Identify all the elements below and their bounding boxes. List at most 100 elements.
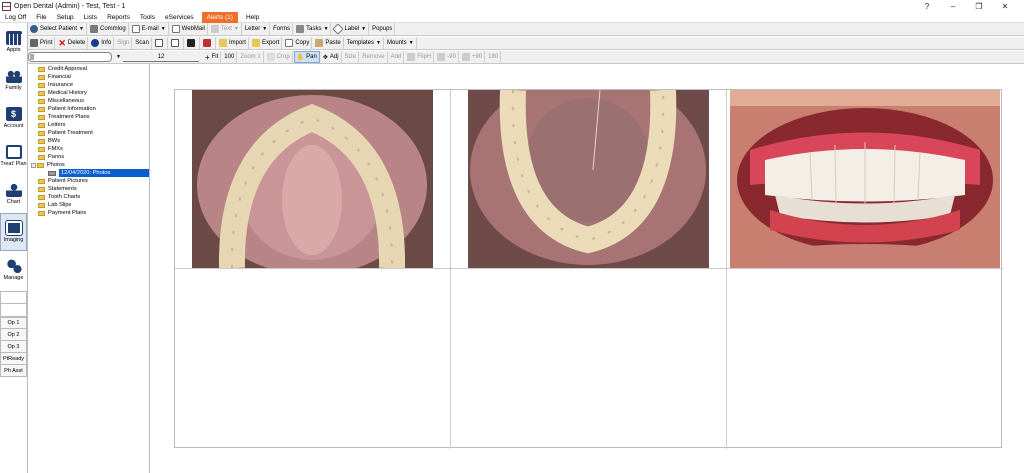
tree-document-selected[interactable]: 12/04/2020: Photos [28,169,149,177]
module-family[interactable]: Family [0,61,27,99]
tree-folder[interactable]: Panos [28,153,149,161]
select-patient-button[interactable]: Select Patient ▼ [28,23,87,35]
text-button[interactable]: Text ▼ [209,23,242,35]
op-3[interactable]: Op 3 [0,341,27,353]
templates-button[interactable]: Templates ▼ [345,37,384,49]
chevron-down-icon[interactable]: ▼ [323,26,328,32]
tree-folder[interactable]: Insurance [28,81,149,89]
zoom-1-button[interactable]: Zoom 1 [238,51,264,63]
tree-folder[interactable]: Miscellaneous [28,97,149,105]
add-button[interactable]: Add [389,51,405,63]
module-manage[interactable]: Manage [0,251,27,289]
zoom-input[interactable]: 12 [122,52,199,62]
menu-alerts[interactable]: Alerts (1) [201,11,238,23]
info-button[interactable]: Info [89,37,115,49]
upper-occlusal-photo[interactable] [192,90,433,268]
tree-folder-photos[interactable]: − Photos [28,161,149,169]
mount-slot-6[interactable] [727,269,1003,449]
minimize-button[interactable]: – [940,2,966,11]
tree-folder[interactable]: Treatment Plans [28,113,149,121]
mount-slot-4[interactable] [175,269,451,449]
size-button[interactable]: Size [343,51,360,63]
chevron-down-icon[interactable]: ▼ [409,40,414,46]
tree-folder[interactable]: BWs [28,137,149,145]
tree-folder[interactable]: Credit Approval [28,65,149,73]
pt-ready[interactable]: PtReady [0,353,27,365]
tree-folder[interactable]: Statements [28,185,149,193]
close-button[interactable]: ✕ [992,2,1018,11]
adj-button[interactable]: ✥ Adj [321,51,342,63]
rotate-plus-90-button[interactable]: +90 [460,51,486,63]
chevron-down-icon[interactable]: ▼ [376,40,381,46]
module-appts[interactable]: Appts [0,23,27,61]
menu-eservices[interactable]: eServices [160,12,199,23]
zoom-slider[interactable] [28,52,112,62]
image-canvas[interactable] [150,64,1024,473]
import-button[interactable]: Import [217,37,249,49]
menu-setup[interactable]: Setup [52,12,79,23]
module-imaging[interactable]: Imaging [0,213,27,251]
menu-tools[interactable]: Tools [135,12,160,23]
zoom-100-button[interactable]: 100 [222,51,238,63]
tree-folder[interactable]: Medical History [28,89,149,97]
popups-button[interactable]: Popups [370,23,396,35]
zoom-dropdown-icon[interactable]: ▼ [116,54,121,60]
lower-occlusal-photo[interactable] [468,90,709,268]
chevron-down-icon[interactable]: ▼ [79,26,84,32]
chevron-down-icon[interactable]: ▼ [161,26,166,32]
pan-button[interactable]: ✋ Pan [293,51,320,63]
scan-photo-button[interactable] [201,37,216,49]
menu-lists[interactable]: Lists [79,12,102,23]
rotate-minus-90-button[interactable]: -90 [435,51,459,63]
webmail-button[interactable]: WebMail [170,23,208,35]
menu-help[interactable]: Help [241,12,264,23]
export-button[interactable]: Export [250,37,283,49]
chevron-down-icon[interactable]: ▼ [234,26,239,32]
ph-asst[interactable]: Ph Asst [0,365,27,377]
mounts-button[interactable]: Mounts ▼ [385,37,417,49]
module-chart[interactable]: Chart [0,175,27,213]
scan-xray-button[interactable] [185,37,200,49]
scan-document-button[interactable] [153,37,168,49]
op-2[interactable]: Op 2 [0,329,27,341]
photo-mount[interactable] [174,89,1003,449]
tree-folder[interactable]: Patient Information [28,105,149,113]
tasks-button[interactable]: Tasks ▼ [294,23,332,35]
tree-folder[interactable]: Financial [28,73,149,81]
flip-h-button[interactable]: FlipH [405,51,435,63]
menu-log-off[interactable]: Log Off [0,12,31,23]
label-button[interactable]: Label ▼ [332,23,370,35]
tree-folder[interactable]: Payment Plans [28,209,149,217]
chevron-down-icon[interactable]: ▼ [361,26,366,32]
print-button[interactable]: Print [28,37,56,49]
tree-folder[interactable]: Patient Treatment [28,129,149,137]
paste-button[interactable]: Paste [313,37,344,49]
slider-thumb[interactable] [30,54,34,60]
tree-folder[interactable]: FMXs [28,145,149,153]
help-button[interactable]: ? [914,2,940,11]
module-treatplan[interactable]: Treat' Plan [0,137,27,175]
tree-folder[interactable]: Tooth Charts [28,193,149,201]
copy-button[interactable]: Copy [283,37,313,49]
tree-folder[interactable]: Patient Pictures [28,177,149,185]
scan-button[interactable]: Scan [133,37,152,49]
menu-file[interactable]: File [31,12,51,23]
email-button[interactable]: E-mail ▼ [130,23,169,35]
sign-button[interactable]: Sign [115,37,133,49]
commlog-button[interactable]: Commlog [88,23,129,35]
op-1[interactable]: Op 1 [0,317,27,329]
remove-button[interactable]: Remove [360,51,388,63]
collapse-icon[interactable]: − [31,162,36,168]
scan-multipage-button[interactable] [169,37,184,49]
fit-button[interactable]: + Fit [203,51,222,63]
delete-button[interactable]: ✕ Delete [56,37,89,49]
frontal-smile-photo[interactable] [730,90,1000,268]
chevron-down-icon[interactable]: ▼ [262,26,267,32]
letter-button[interactable]: Letter ▼ [243,23,271,35]
maximize-button[interactable]: ❐ [966,2,992,11]
tree-folder[interactable]: Lab Slips [28,201,149,209]
rotate-180-button[interactable]: 180 [486,51,502,63]
mount-slot-5[interactable] [451,269,727,449]
menu-reports[interactable]: Reports [102,12,135,23]
forms-button[interactable]: Forms [271,23,294,35]
